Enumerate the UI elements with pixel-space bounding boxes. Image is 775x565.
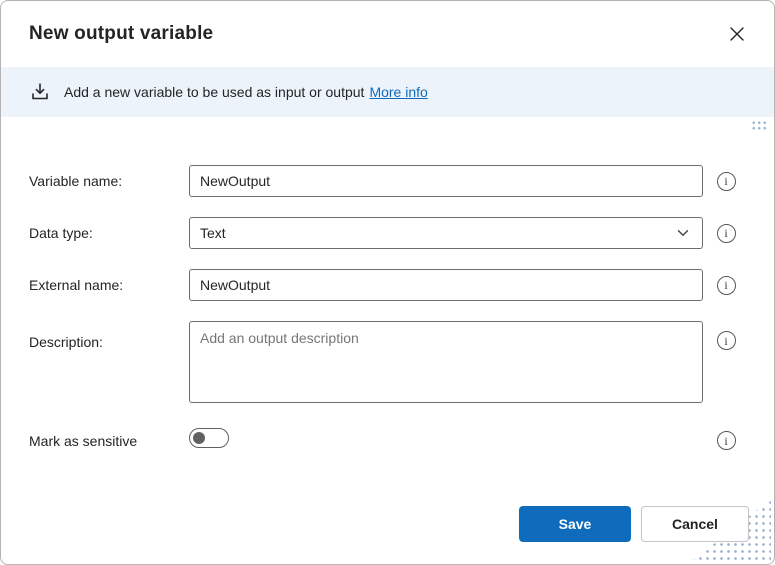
external-name-input[interactable] — [189, 269, 703, 301]
more-info-link[interactable]: More info — [369, 84, 427, 100]
output-variable-icon — [29, 81, 51, 103]
banner-message: Add a new variable to be used as input o… — [64, 84, 364, 100]
description-textarea[interactable] — [189, 321, 703, 403]
data-type-value: Text — [200, 225, 226, 241]
data-type-label: Data type: — [29, 225, 189, 241]
variable-name-label: Variable name: — [29, 173, 189, 189]
variable-name-info-icon[interactable]: i — [717, 172, 736, 191]
description-info-icon[interactable]: i — [717, 331, 736, 350]
external-name-row: External name: i — [29, 269, 736, 301]
variable-name-input[interactable] — [189, 165, 703, 197]
new-output-variable-dialog: New output variable Add a new variable t… — [0, 0, 775, 565]
mark-as-sensitive-toggle[interactable] — [189, 428, 229, 448]
banner-text: Add a new variable to be used as input o… — [64, 84, 428, 100]
form: Variable name: i Data type: Text i — [1, 117, 774, 473]
cancel-button[interactable]: Cancel — [641, 506, 749, 542]
close-icon — [730, 27, 744, 41]
mark-sensitive-row: Mark as sensitive i — [29, 428, 736, 453]
data-type-dropdown[interactable]: Text — [189, 217, 703, 249]
save-button[interactable]: Save — [519, 506, 631, 542]
description-label: Description: — [29, 321, 189, 350]
chevron-down-icon — [676, 226, 690, 240]
variable-name-row: Variable name: i — [29, 165, 736, 197]
external-name-label: External name: — [29, 277, 189, 293]
toggle-knob — [193, 432, 205, 444]
mark-sensitive-info-icon[interactable]: i — [717, 431, 736, 450]
description-row: Description: i — [29, 321, 736, 408]
external-name-info-icon[interactable]: i — [717, 276, 736, 295]
data-type-info-icon[interactable]: i — [717, 224, 736, 243]
info-banner: Add a new variable to be used as input o… — [1, 67, 774, 117]
mark-sensitive-label: Mark as sensitive — [29, 433, 189, 449]
dialog-header: New output variable — [1, 1, 774, 67]
close-button[interactable] — [720, 17, 754, 51]
page-title: New output variable — [29, 23, 213, 45]
dialog-footer: Save Cancel — [519, 506, 749, 542]
data-type-row: Data type: Text i — [29, 217, 736, 249]
